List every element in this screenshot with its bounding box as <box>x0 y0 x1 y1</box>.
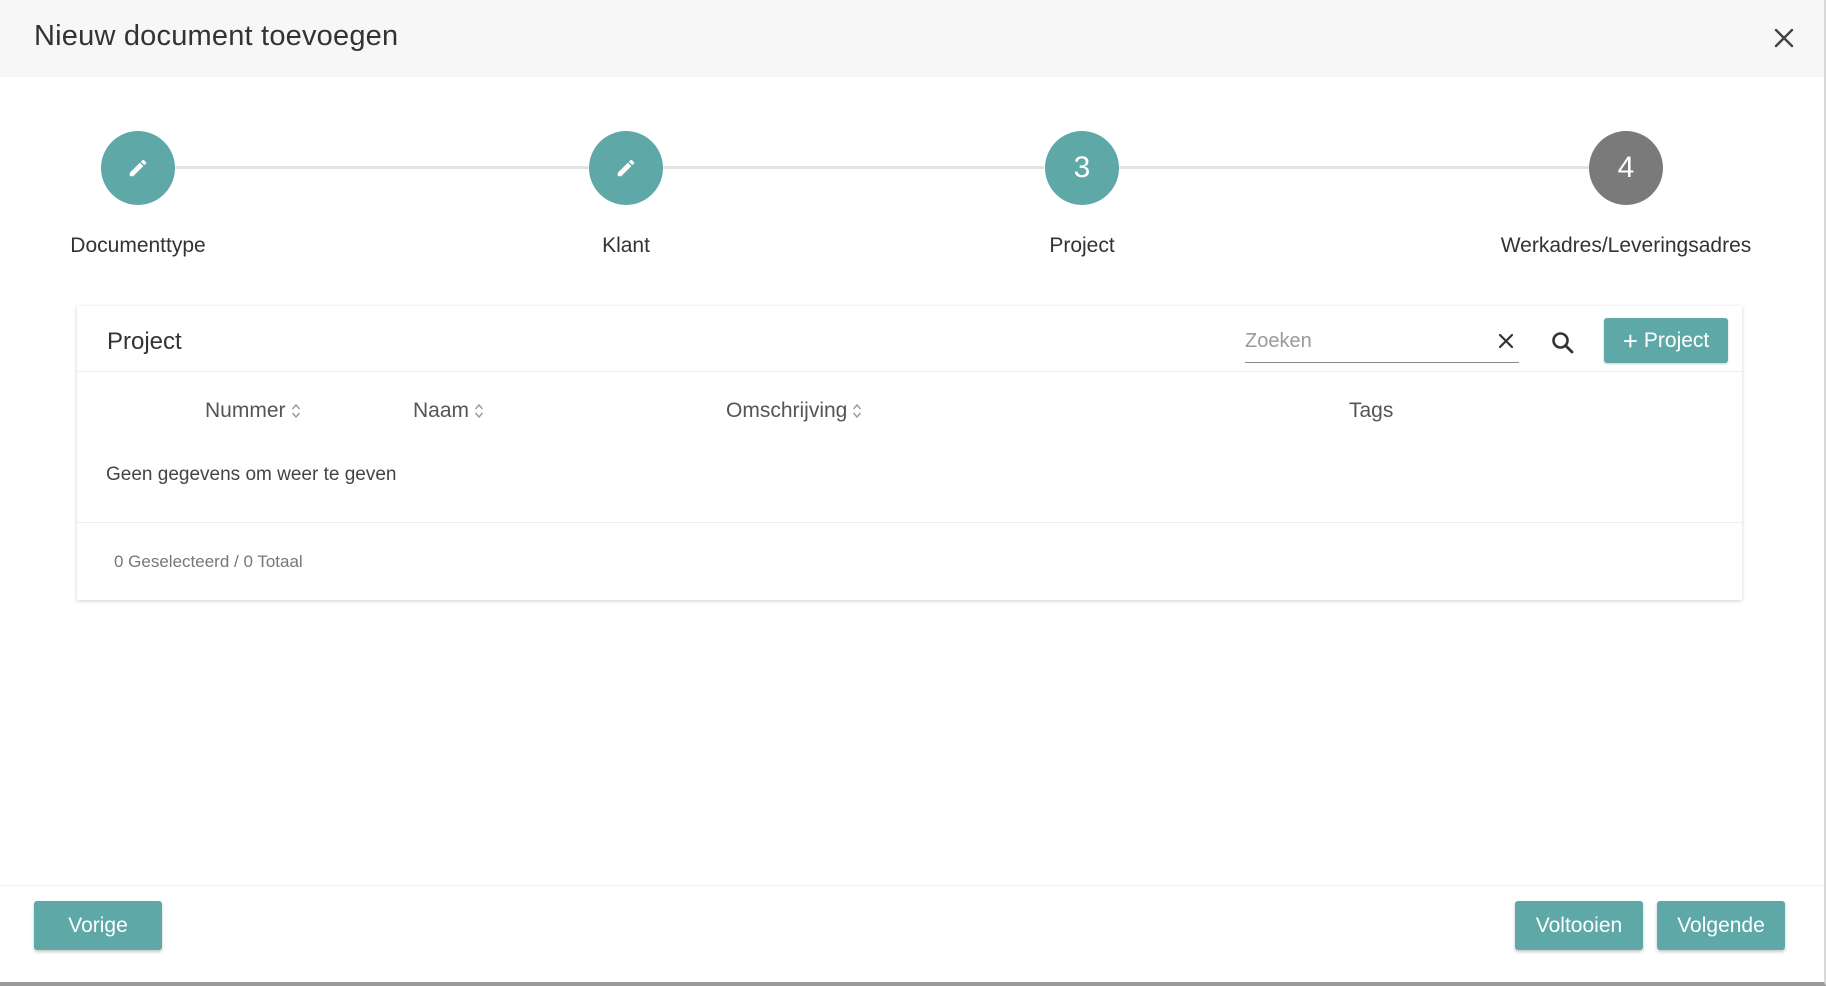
column-header-tags: Tags <box>1349 399 1393 423</box>
column-label: Naam <box>413 399 470 422</box>
sort-icon <box>475 403 484 419</box>
clear-search-icon[interactable] <box>1495 330 1517 352</box>
table-title: Project <box>107 328 182 355</box>
step-label: Project <box>1049 234 1115 257</box>
column-label: Omschrijving <box>726 399 848 422</box>
step-circle-completed <box>589 131 663 205</box>
search-field <box>1245 324 1519 363</box>
column-header-omschrijving[interactable]: Omschrijving <box>726 399 862 423</box>
dialog-header: Nieuw document toevoegen <box>0 0 1824 77</box>
step-circle-completed <box>101 131 175 205</box>
next-button[interactable]: Volgende <box>1657 901 1785 950</box>
previous-button[interactable]: Vorige <box>34 901 162 950</box>
table-footer: 0 Geselecteerd / 0 Totaal <box>77 522 1742 601</box>
step-label: Werkadres/Leveringsadres <box>1500 234 1752 257</box>
add-project-label: Project <box>1643 328 1710 352</box>
search-icon[interactable] <box>1549 329 1577 357</box>
add-project-button[interactable]: + Project <box>1604 318 1728 363</box>
new-document-dialog: Nieuw document toevoegen Documenttype Kl… <box>0 0 1826 986</box>
step-label: Klant <box>602 234 650 257</box>
sort-icon <box>291 403 300 419</box>
step-project[interactable]: 3 Project <box>932 128 1232 258</box>
finish-button[interactable]: Voltooien <box>1515 901 1643 950</box>
pencil-icon <box>617 159 635 177</box>
step-circle-upcoming: 4 <box>1589 131 1663 205</box>
step-label: Documenttype <box>70 234 206 257</box>
column-header-naam[interactable]: Naam <box>413 399 484 423</box>
column-header-nummer[interactable]: Nummer <box>205 399 301 423</box>
column-label: Tags <box>1349 399 1394 422</box>
dialog-title: Nieuw document toevoegen <box>34 20 399 52</box>
step-documenttype[interactable]: Documenttype <box>0 128 288 258</box>
empty-table-message: Geen gegevens om weer te geven <box>106 464 397 485</box>
step-werkadres[interactable]: 4 Werkadres/Leveringsadres <box>1476 128 1776 258</box>
step-circle-active: 3 <box>1045 131 1119 205</box>
wizard-stepper: Documenttype Klant 3 Project 4 Werkadres… <box>0 128 1824 268</box>
sort-icon <box>853 403 862 419</box>
plus-icon: + <box>1622 325 1638 356</box>
table-toolbar: Project + Project <box>77 306 1742 372</box>
pencil-icon <box>129 159 147 177</box>
search-input[interactable] <box>1245 324 1485 358</box>
step-klant[interactable]: Klant <box>476 128 776 258</box>
column-label: Nummer <box>205 399 286 422</box>
close-icon <box>1774 28 1794 48</box>
project-table-card: Project + Project Nummer <box>77 306 1742 600</box>
selection-count: 0 Geselecteerd / 0 Totaal <box>114 552 303 571</box>
dialog-footer: Vorige Voltooien Volgende <box>0 885 1824 983</box>
close-button[interactable] <box>1764 18 1804 58</box>
